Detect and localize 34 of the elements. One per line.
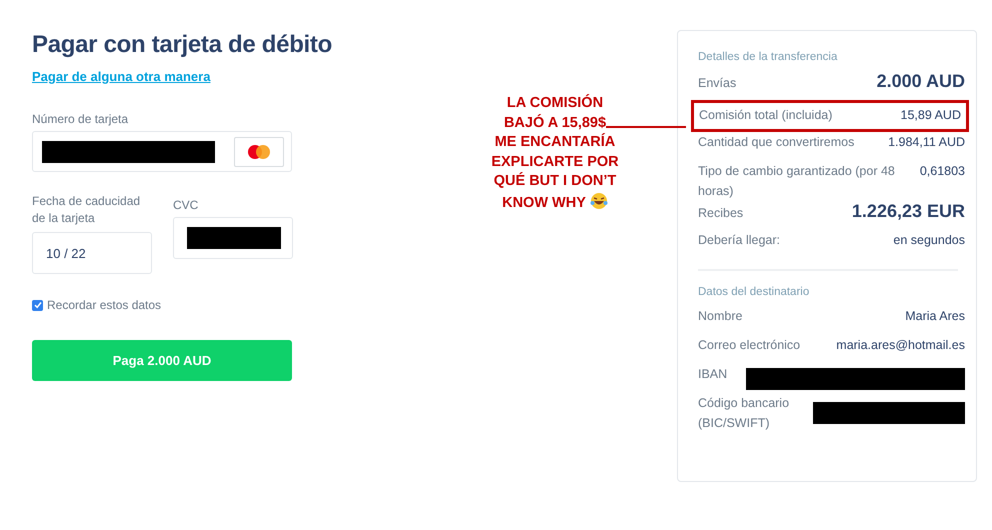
card-number-field[interactable] <box>32 131 292 172</box>
detail-label: IBAN <box>698 366 728 383</box>
detail-label: Recibes <box>698 205 744 222</box>
pay-button[interactable]: Paga 2.000 AUD <box>32 340 292 381</box>
detail-label: Comisión total (incluida) <box>699 107 832 124</box>
detail-value: 1.984,11 AUD <box>888 134 965 151</box>
checkbox[interactable] <box>32 300 43 310</box>
field-label: Número de tarjeta <box>32 112 130 126</box>
field-label: Fecha de caducidad de la tarjeta <box>32 193 142 227</box>
detail-value: 0,61803 <box>920 163 965 180</box>
detail-label: Código bancario (BIC/SWIFT) <box>698 395 790 432</box>
detail-label: Envías <box>698 75 736 92</box>
detail-value: 2.000 AUD <box>876 71 965 91</box>
field-label: CVC <box>173 198 200 212</box>
checkbox-label: Recordar estos datos <box>47 298 162 312</box>
detail-value: maria.ares@hotmail.es <box>836 337 965 354</box>
other-method-link[interactable]: Pagar de alguna otra manera <box>32 69 210 84</box>
detail-label: Debería llegar: <box>698 232 780 249</box>
section-heading: Datos del destinatario <box>698 286 810 298</box>
card-logo-icon <box>246 144 272 160</box>
section-heading: Detalles de la transferencia <box>698 51 838 63</box>
detail-label: Tipo de cambio garantizado (por 48 horas) <box>698 163 896 200</box>
detail-label: Cantidad que convertiremos <box>698 134 854 151</box>
cvc-field[interactable] <box>173 217 293 259</box>
detail-value: 15,89 AUD <box>900 107 961 124</box>
laughing-emoji-icon <box>590 192 608 210</box>
detail-label: Correo electrónico <box>698 337 800 354</box>
detail-value: en segundos <box>893 232 965 249</box>
expiry-field[interactable]: 10 / 22 <box>32 232 152 274</box>
detail-value: Maria Ares <box>905 308 965 325</box>
detail-label: Nombre <box>698 308 742 325</box>
detail-value: 1.226,23 EUR <box>852 201 965 221</box>
annotation-text: LA COMISIÓN BAJÓ A 15,89$ ME ENCANTARÍA EXPLICARTE POR QUÉ BUT I DON’T KNOW WHY <box>490 94 620 212</box>
page-title: Pagar con tarjeta de débito <box>32 30 332 60</box>
